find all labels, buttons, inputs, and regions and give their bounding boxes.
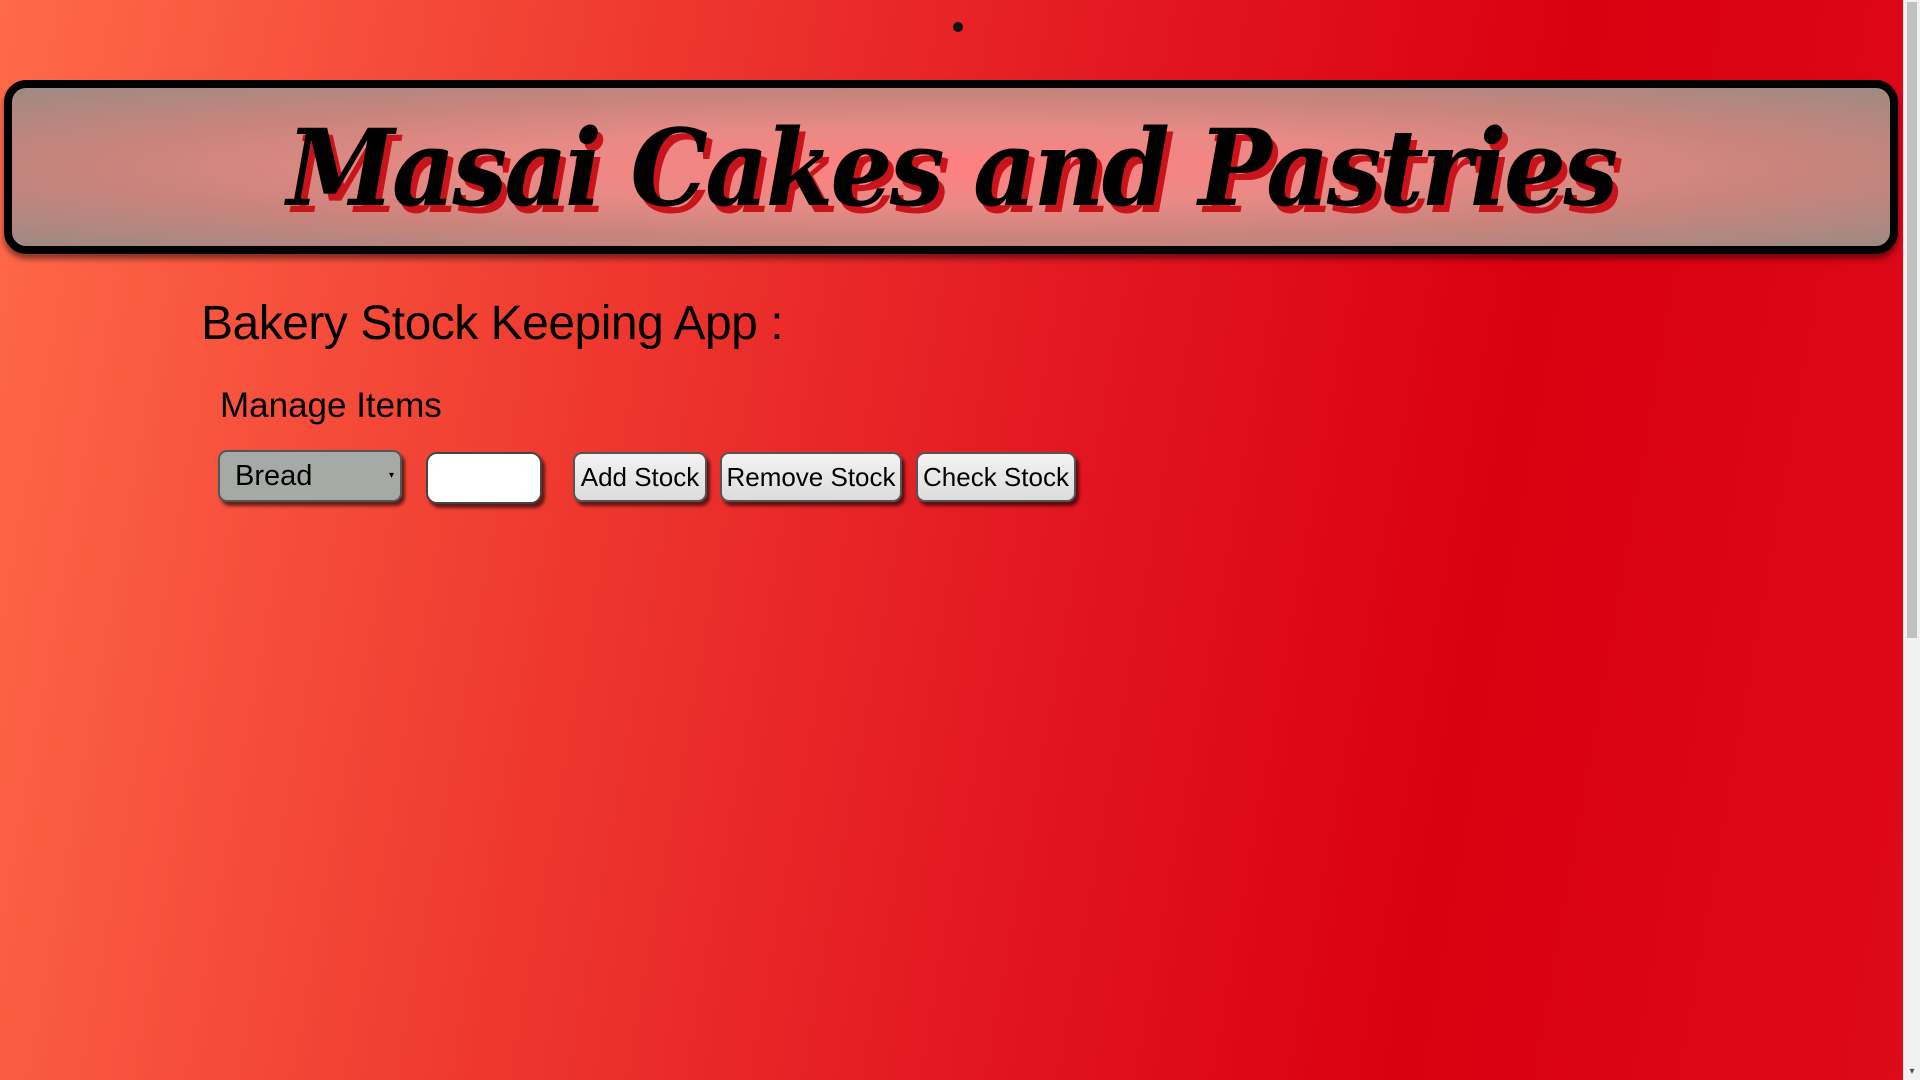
vertical-scrollbar[interactable]: ▾ <box>1903 0 1920 1080</box>
scrollbar-thumb[interactable] <box>1907 2 1917 638</box>
item-select-value: Bread <box>235 460 313 492</box>
check-stock-button[interactable]: Check Stock <box>916 452 1076 502</box>
app-heading: Bakery Stock Keeping App : <box>201 297 784 350</box>
remove-stock-button[interactable]: Remove Stock <box>720 452 902 502</box>
scroll-down-arrow-icon[interactable]: ▾ <box>1907 1066 1917 1078</box>
decorative-dot <box>953 22 963 32</box>
dropdown-arrow-icon: ▾ <box>388 470 394 481</box>
item-select[interactable]: Bread ▾ <box>218 450 402 502</box>
manage-items-heading: Manage Items <box>220 386 442 425</box>
quantity-input[interactable] <box>426 452 542 504</box>
add-stock-button[interactable]: Add Stock <box>573 452 707 502</box>
banner-title: Masai Cakes and Pastries <box>286 104 1618 230</box>
title-banner: Masai Cakes and Pastries <box>4 80 1898 254</box>
